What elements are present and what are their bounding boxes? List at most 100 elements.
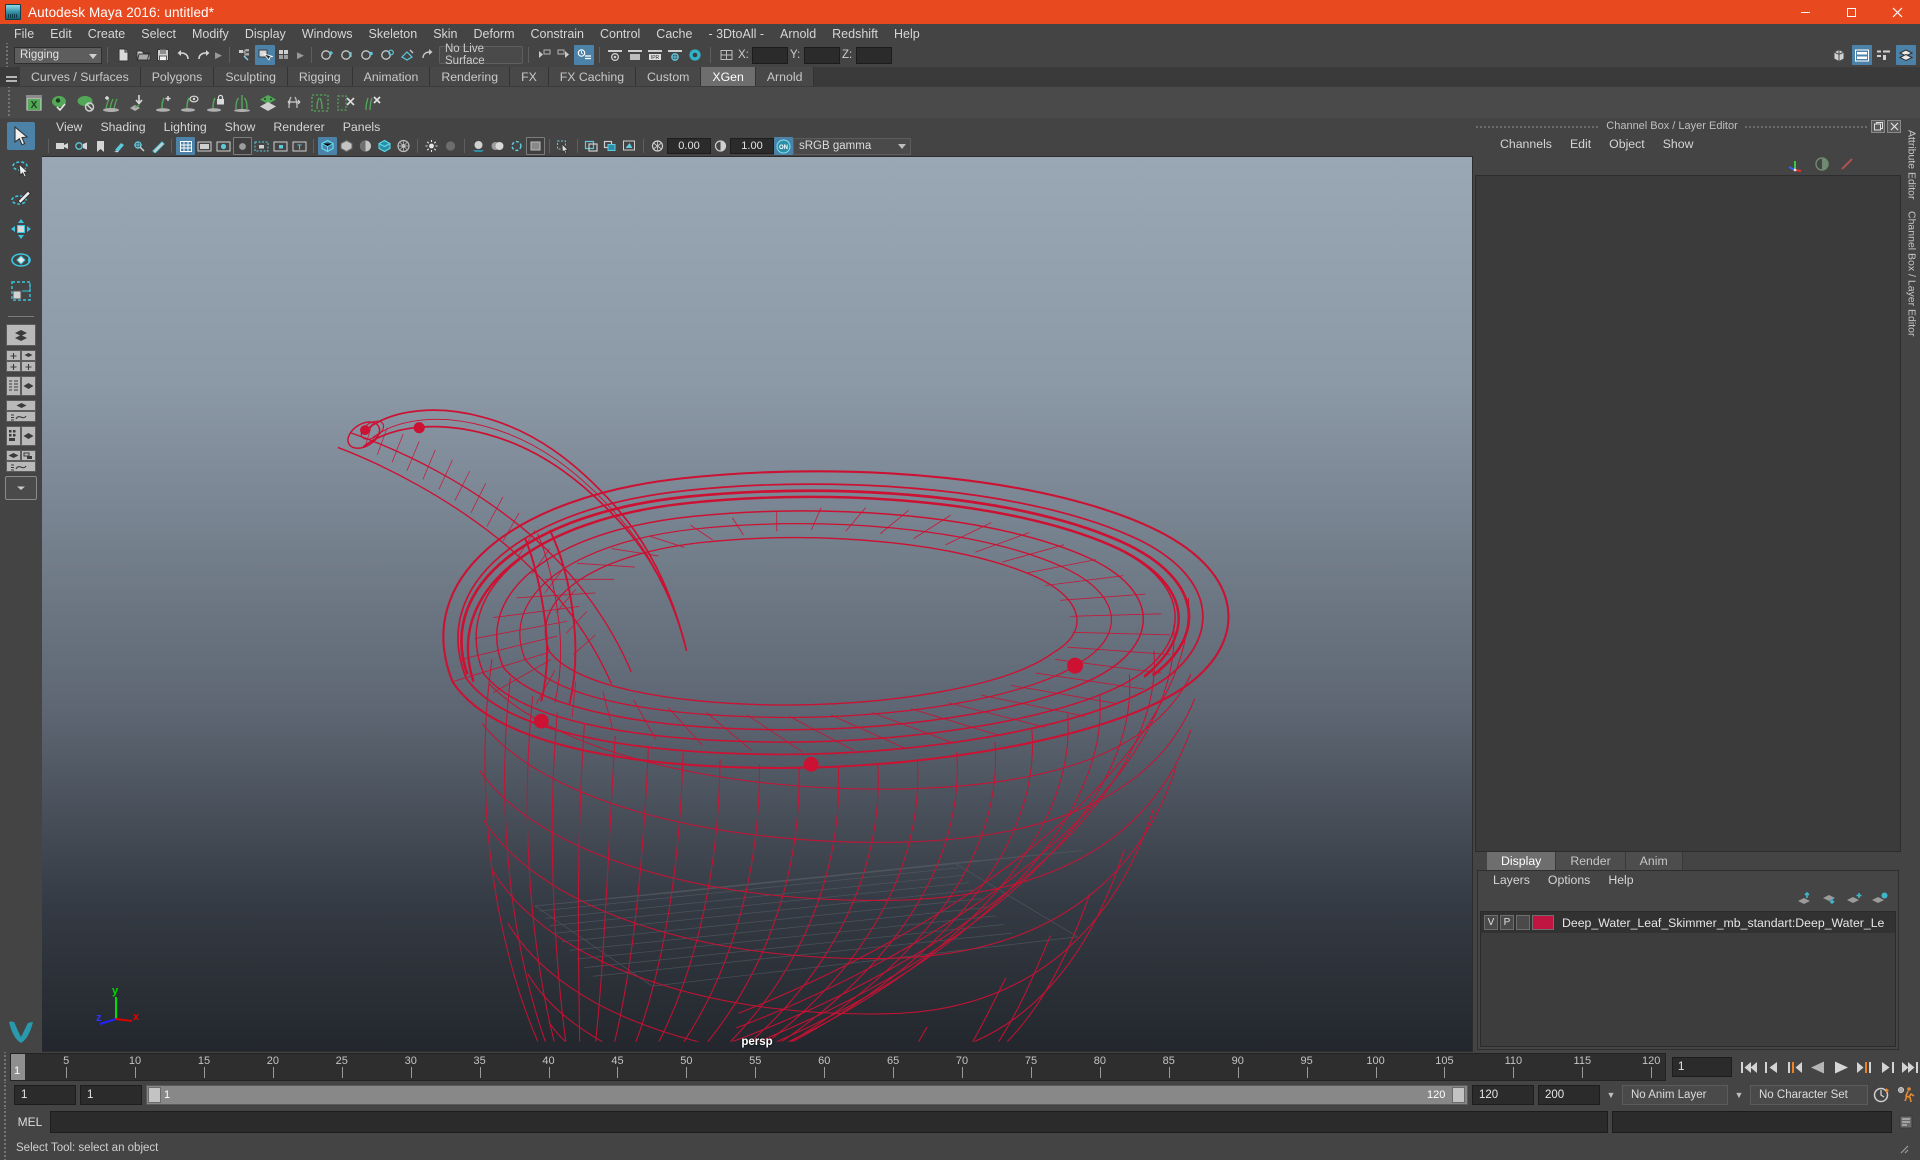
menu-edit[interactable]: Edit — [42, 26, 80, 42]
select-mask-expand-icon[interactable]: ▶ — [295, 45, 306, 65]
undo-redo-expand-icon[interactable]: ▶ — [213, 45, 224, 65]
snap-to-view-planes-button[interactable] — [397, 45, 417, 65]
shelf-tab-fx[interactable]: FX — [510, 67, 549, 86]
menu-select[interactable]: Select — [133, 26, 184, 42]
gamma-value[interactable]: 1.00 — [730, 138, 774, 154]
menu-constrain[interactable]: Constrain — [523, 26, 593, 42]
gamma-icon[interactable] — [711, 137, 730, 155]
perspective-viewport[interactable]: y z x persp — [42, 156, 1473, 1052]
save-scene-button[interactable] — [153, 45, 173, 65]
show-hide-editors-button[interactable] — [534, 45, 554, 65]
range-start-field[interactable]: 1 — [80, 1085, 142, 1105]
isolate-select-icon[interactable] — [554, 137, 573, 155]
xgen-window-icon[interactable]: X — [22, 90, 46, 116]
motion-blur-icon[interactable] — [526, 137, 545, 155]
xgen-density-map-icon[interactable] — [256, 90, 280, 116]
viewport-menu-lighting[interactable]: Lighting — [155, 120, 216, 134]
show-hide-attribute-editor-button[interactable] — [574, 45, 594, 65]
shelf-tab-rendering[interactable]: Rendering — [430, 67, 511, 86]
layer-type-toggle[interactable] — [1516, 915, 1530, 930]
resolution-gate-icon[interactable] — [214, 137, 233, 155]
command-line-grip[interactable] — [0, 1108, 10, 1136]
xgen-lock-guide-icon[interactable] — [204, 90, 228, 116]
move-tool-button[interactable] — [7, 215, 35, 243]
panel-undock-button[interactable] — [1871, 119, 1885, 133]
xgen-disable-preview-icon[interactable] — [74, 90, 98, 116]
grease-pencil-icon[interactable] — [148, 137, 167, 155]
layer-menu-help[interactable]: Help — [1599, 873, 1642, 887]
bookmark-icon[interactable] — [91, 137, 110, 155]
menu-skin[interactable]: Skin — [425, 26, 465, 42]
shelf-tab-animation[interactable]: Animation — [352, 67, 431, 86]
xray-joints-icon[interactable] — [601, 137, 620, 155]
render-settings-button[interactable] — [665, 45, 685, 65]
xgen-add-density-icon[interactable] — [100, 90, 124, 116]
layer-color-swatch[interactable] — [1532, 915, 1554, 930]
lasso-select-tool-button[interactable] — [7, 153, 35, 181]
auto-keyframe-icon[interactable] — [1872, 1085, 1892, 1105]
go-to-start-icon[interactable] — [1739, 1057, 1759, 1077]
command-language-label[interactable]: MEL — [10, 1115, 50, 1129]
step-back-keyframe-icon[interactable] — [1762, 1057, 1782, 1077]
menu-windows[interactable]: Windows — [294, 26, 361, 42]
coord-input-z[interactable] — [856, 46, 892, 64]
image-plane-icon[interactable] — [110, 137, 129, 155]
go-to-end-icon[interactable] — [1900, 1057, 1920, 1077]
menu-control[interactable]: Control — [592, 26, 648, 42]
snap-to-curve-button[interactable] — [337, 45, 357, 65]
layer-tab-display[interactable]: Display — [1487, 852, 1557, 870]
xgen-select-region-icon[interactable] — [308, 90, 332, 116]
layout-persp-graph-outliner[interactable] — [5, 450, 37, 472]
gate-mask-icon[interactable] — [233, 137, 252, 155]
shelf-tab-sculpting[interactable]: Sculpting — [214, 67, 288, 86]
channel-box-body[interactable] — [1475, 175, 1901, 852]
film-gate-display-icon[interactable] — [252, 137, 271, 155]
status-line-grip[interactable] — [2, 43, 12, 67]
wireframe-shading-icon[interactable] — [318, 137, 337, 155]
use-all-lights-icon[interactable] — [375, 137, 394, 155]
ambient-light-icon[interactable] — [422, 137, 441, 155]
screen-space-ao-icon[interactable] — [507, 137, 526, 155]
select-tool-button[interactable] — [7, 122, 35, 150]
layout-outliner-persp[interactable] — [5, 376, 37, 396]
layer-menu-layers[interactable]: Layers — [1484, 873, 1539, 887]
menu-skeleton[interactable]: Skeleton — [361, 26, 426, 42]
panel-drag-dots-right[interactable] — [1743, 118, 1869, 134]
rotate-tool-button[interactable] — [7, 246, 35, 274]
show-hide-layer-editor-button[interactable] — [1896, 45, 1916, 65]
no-texture-icon[interactable] — [441, 137, 460, 155]
camera-attributes-icon[interactable] — [72, 137, 91, 155]
two-d-pan-zoom-icon[interactable] — [129, 137, 148, 155]
shadows-icon[interactable] — [394, 137, 413, 155]
render-current-frame-button[interactable] — [605, 45, 625, 65]
range-end-handle[interactable] — [1452, 1087, 1465, 1103]
character-set-field[interactable]: No Character Set — [1750, 1085, 1868, 1105]
xray-icon[interactable] — [582, 137, 601, 155]
xgen-guide-eye-icon[interactable] — [178, 90, 202, 116]
step-forward-keyframe-icon[interactable] — [1877, 1057, 1897, 1077]
smooth-shade-selected-icon[interactable] — [356, 137, 375, 155]
close-button[interactable] — [1874, 0, 1920, 24]
menu-3dtoall[interactable]: - 3DtoAll - — [700, 26, 772, 42]
slash-icon[interactable] — [1839, 156, 1855, 172]
film-gate-icon[interactable] — [195, 137, 214, 155]
maximize-button[interactable] — [1828, 0, 1874, 24]
shelf-tab-custom[interactable]: Custom — [636, 67, 702, 86]
show-hide-panels-button[interactable] — [554, 45, 574, 65]
play-forwards-icon[interactable] — [1831, 1057, 1851, 1077]
menu-display[interactable]: Display — [237, 26, 294, 42]
ipr-render-button[interactable]: IPR — [645, 45, 665, 65]
menu-help[interactable]: Help — [886, 26, 928, 42]
anim-end-field[interactable]: 200 — [1538, 1085, 1600, 1105]
step-forward-frame-icon[interactable] — [1854, 1057, 1874, 1077]
layer-row[interactable]: V P Deep_Water_Leaf_Skimmer_mb_standart:… — [1481, 912, 1895, 933]
menu-set-selector[interactable]: Rigging — [14, 46, 102, 64]
exposure-value[interactable]: 0.00 — [667, 138, 711, 154]
menu-file[interactable]: File — [6, 26, 42, 42]
color-management-dropdown[interactable]: sRGB gamma — [793, 137, 911, 155]
two-sided-lighting-icon[interactable] — [488, 137, 507, 155]
minimize-button[interactable] — [1782, 0, 1828, 24]
anim-layer-field[interactable]: No Anim Layer — [1622, 1085, 1728, 1105]
step-back-frame-icon[interactable] — [1785, 1057, 1805, 1077]
select-by-hierarchy-button[interactable] — [235, 45, 255, 65]
